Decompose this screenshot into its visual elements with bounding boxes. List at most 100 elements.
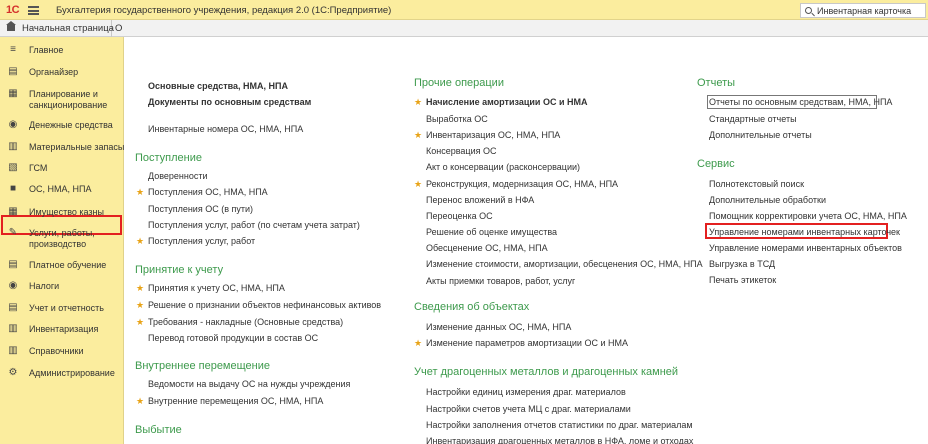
sidebar-item-icon: ▦ [8,206,18,217]
nav-link[interactable]: Решение о признании объектов нефинансовы… [148,300,381,310]
section-receipt-heading: Поступление [135,152,203,164]
nav-link[interactable]: Дополнительные отчеты [709,130,812,140]
nav-link[interactable]: Настройки заполнения отчетов статистики … [426,420,693,430]
nav-link[interactable]: Обесценение ОС, НМА, НПА [426,243,548,253]
sidebar-item-icon: ▥ [8,323,18,334]
nav-link[interactable]: Акт о консервации (расконсервации) [426,162,580,172]
sidebar-item-icon: ◉ [8,119,18,130]
nav-link[interactable]: Изменение стоимости, амортизации, обесце… [426,259,703,269]
sidebar-item-label[interactable]: Денежные средства [29,120,113,131]
link-fixed-assets[interactable]: Основные средства, НМА, НПА [148,81,288,91]
sidebar-item-icon: ▤ [8,259,18,270]
nav-link[interactable]: Поступления ОС, НМА, НПА [148,187,268,197]
nav-link[interactable]: Поступления услуг, работ [148,236,255,246]
sidebar-item-label[interactable]: ОС, НМА, НПА [29,184,91,195]
nav-link[interactable]: Решение об оценке имущества [426,227,557,237]
nav-link[interactable]: Изменение данных ОС, НМА, НПА [426,322,571,332]
nav-link[interactable]: Печать этикеток [709,275,776,285]
nav-link[interactable]: Принятия к учету ОС, НМА, НПА [148,283,285,293]
sidebar-item-label[interactable]: Главное [29,45,63,56]
nav-link[interactable]: Инвентаризация ОС, НМА, НПА [426,130,560,140]
sidebar-item-label[interactable]: Услуги, работы, производство [29,228,95,250]
nav-link[interactable]: Выработка ОС [426,114,488,124]
nav-link[interactable]: Инвентаризация драгоценных металлов в НФ… [426,436,693,444]
sidebar-item-label[interactable]: Платное обучение [29,260,106,271]
favorite-star-icon[interactable]: ★ [136,301,144,310]
nav-link[interactable]: Реконструкция, модернизация ОС, НМА, НПА [426,179,618,189]
favorite-star-icon[interactable]: ★ [414,131,422,140]
search-icon[interactable] [805,7,812,14]
section-other-ops-heading: Прочие операции [414,77,504,89]
main-content: Основные средства, НМА, НПА Документы по… [125,37,928,444]
sidebar-item-icon: ◉ [8,280,18,291]
nav-link[interactable]: Управление номерами инвентарных объектов [709,243,902,253]
favorite-star-icon[interactable]: ★ [136,284,144,293]
nav-link[interactable]: Ведомости на выдачу ОС на нужды учрежден… [148,379,350,389]
favorite-star-icon[interactable]: ★ [136,397,144,406]
sidebar-item-label[interactable]: Учет и отчетность [29,303,104,314]
tab-home[interactable]: Начальная страница [0,20,114,37]
nav-link[interactable]: Настройки единиц измерения драг. материа… [426,387,626,397]
favorite-star-icon[interactable]: ★ [414,180,422,189]
section-move-heading: Внутреннее перемещение [135,360,270,372]
sidebar-item-label[interactable]: Администрирование [29,368,115,379]
sidebar-item-icon: ≡ [10,44,16,55]
favorite-star-icon[interactable]: ★ [414,98,422,107]
home-icon [6,21,16,31]
sidebar-item-icon: ▤ [8,66,18,77]
nav-link[interactable]: Изменение параметров амортизации ОС и НМ… [426,338,628,348]
tab-other[interactable]: О [112,20,124,37]
nav-link[interactable]: Выгрузка в ТСД [709,259,775,269]
search-input[interactable]: Инвентарная карточка [800,3,926,18]
title-bar: 1С Бухгалтерия государственного учрежден… [0,0,928,20]
tab-home-label[interactable]: Начальная страница [22,23,114,34]
sidebar-item-label[interactable]: Планирование и санкционирование [29,89,107,111]
nav-link[interactable]: Акты приемки товаров, работ, услуг [426,276,575,286]
nav-link[interactable]: Отчеты по основным средствам, НМА, НПА [709,97,892,107]
nav-link[interactable]: Перенос вложений в НФА [426,195,534,205]
nav-link[interactable]: Полнотекстовый поиск [709,179,804,189]
favorite-star-icon[interactable]: ★ [414,339,422,348]
nav-link[interactable]: Требования - накладные (Основные средств… [148,317,343,327]
favorite-star-icon[interactable]: ★ [136,318,144,327]
nav-link[interactable]: Поступления ОС (в пути) [148,204,253,214]
sidebar-item-label[interactable]: Налоги [29,281,59,292]
nav-link[interactable]: Дополнительные обработки [709,195,826,205]
section-service-heading: Сервис [697,158,735,170]
search-value[interactable]: Инвентарная карточка [817,6,911,16]
sidebar-item-label[interactable]: Справочники [29,346,84,357]
nav-link[interactable]: Доверенности [148,171,208,181]
sidebar-item-icon: ▥ [8,141,18,152]
nav-link[interactable]: Перевод готовой продукции в состав ОС [148,333,318,343]
sidebar-item-label[interactable]: ГСМ [29,163,47,174]
favorite-star-icon[interactable]: ★ [136,237,144,246]
sidebar-item-icon: ▥ [8,345,18,356]
sidebar-item-label[interactable]: Материальные запасы [29,142,124,153]
nav-link[interactable]: Стандартные отчеты [709,114,797,124]
tab-other-label[interactable]: О [115,23,122,34]
link-fixed-asset-documents[interactable]: Документы по основным средствам [148,97,311,107]
section-accept-heading: Принятие к учету [135,264,224,276]
sidebar-item-label[interactable]: Органайзер [29,67,78,78]
section-reports-heading: Отчеты [697,77,736,89]
link-inventory-numbers[interactable]: Инвентарные номера ОС, НМА, НПА [148,124,303,134]
favorite-star-icon[interactable]: ★ [136,188,144,197]
nav-link[interactable]: Начисление амортизации ОС и НМА [426,97,587,107]
sidebar-item-icon: ▤ [8,302,18,313]
tabs-bar: Начальная страница О [0,20,928,37]
nav-link[interactable]: Управление номерами инвентарных карточек [709,227,900,237]
sidebar-item-label[interactable]: Имущество казны [29,207,104,218]
hamburger-menu-icon[interactable] [28,6,39,15]
nav-link[interactable]: Внутренние перемещения ОС, НМА, НПА [148,396,323,406]
sidebar-item-icon: ⚙ [8,367,18,378]
nav-link[interactable]: Поступления услуг, работ (по счетам учет… [148,220,360,230]
nav-link[interactable]: Переоценка ОС [426,211,493,221]
sidebar-item-label[interactable]: Инвентаризация [29,324,98,335]
sidebar-item-icon: ✎ [8,227,18,238]
nav-link[interactable]: Консервация ОС [426,146,496,156]
1c-logo: 1С [6,4,20,16]
nav-link[interactable]: Настройки счетов учета МЦ с драг. матери… [426,404,631,414]
sidebar-item-icon: ■ [9,183,17,194]
section-disposal-heading: Выбытие [135,424,182,436]
nav-link[interactable]: Помощник корректировки учета ОС, НМА, НП… [709,211,907,221]
